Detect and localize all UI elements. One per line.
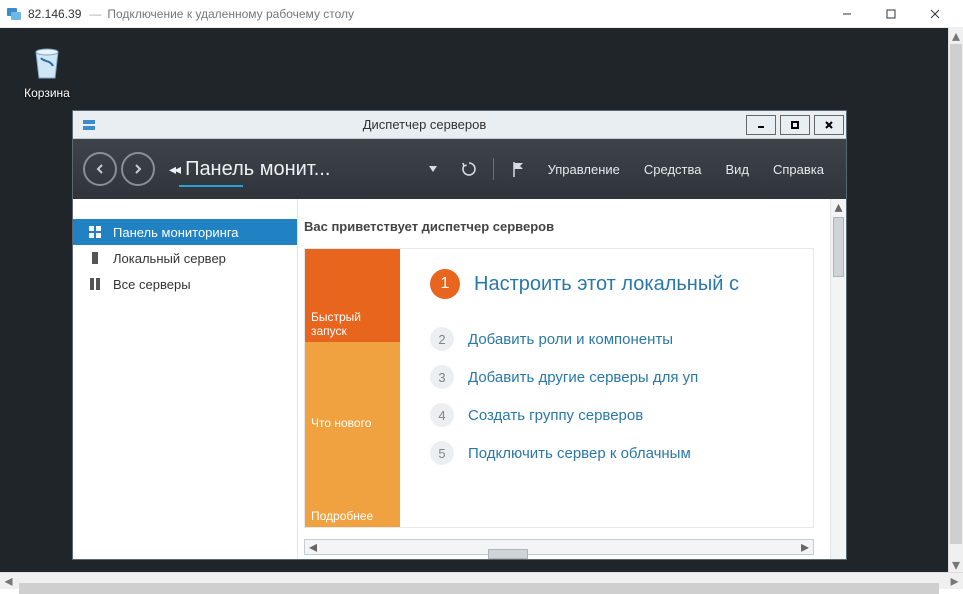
- tile-label: Подробнее: [311, 509, 373, 523]
- step-number: 5: [430, 441, 454, 465]
- main-content: Вас приветствует диспетчер серверов Быст…: [298, 199, 846, 559]
- panel-horizontal-scrollbar[interactable]: ◂ ▸: [304, 539, 814, 555]
- server-manager-title: Диспетчер серверов: [105, 117, 744, 132]
- sidebar-item-label: Все серверы: [113, 277, 191, 292]
- refresh-button[interactable]: [455, 160, 483, 178]
- breadcrumb-text: Панель монит...: [185, 158, 330, 181]
- welcome-panel: Быстрый запуск Что нового Подробнее 1 На…: [304, 248, 814, 528]
- scroll-thumb[interactable]: [488, 549, 528, 559]
- tile-quick-start[interactable]: Быстрый запуск: [305, 249, 400, 342]
- rdp-caption: Подключение к удаленному рабочему столу: [107, 7, 354, 21]
- tiles-column: Быстрый запуск Что нового Подробнее: [305, 249, 400, 527]
- step-link: Настроить этот локальный с: [474, 273, 739, 296]
- dashboard-icon: [87, 225, 103, 239]
- step-add-roles[interactable]: 2 Добавить роли и компоненты: [430, 327, 813, 351]
- step-number: 1: [430, 269, 460, 299]
- page-horizontal-scrollbar[interactable]: ◂ ▸: [0, 572, 963, 589]
- sidebar-item-local-server[interactable]: Локальный сервер: [73, 245, 297, 271]
- step-number: 3: [430, 365, 454, 389]
- step-link: Добавить другие серверы для уп: [468, 369, 698, 386]
- step-create-group[interactable]: 4 Создать группу серверов: [430, 403, 813, 427]
- step-link: Добавить роли и компоненты: [468, 331, 673, 348]
- scroll-right-arrow-icon[interactable]: ▸: [797, 540, 813, 554]
- sidebar: Панель мониторинга Локальный сервер Все …: [73, 199, 298, 559]
- sm-minimize-button[interactable]: [746, 115, 776, 135]
- tile-label: Быстрый запуск: [311, 310, 394, 338]
- step-link: Создать группу серверов: [468, 407, 643, 424]
- step-number: 4: [430, 403, 454, 427]
- server-manager-window: Диспетчер серверов ◂◂ Панель монит...: [72, 110, 847, 560]
- sidebar-item-label: Локальный сервер: [113, 251, 226, 266]
- remote-desktop-surface: Корзина Диспетчер серверов ◂◂: [0, 28, 948, 572]
- step-number: 2: [430, 327, 454, 351]
- menu-help[interactable]: Справка: [773, 162, 824, 177]
- notifications-flag-icon[interactable]: [504, 160, 532, 178]
- breadcrumb-chevron-icon: ◂◂: [169, 161, 179, 178]
- breadcrumb[interactable]: ◂◂ Панель монит...: [169, 158, 330, 181]
- scroll-left-arrow-icon[interactable]: ◂: [305, 540, 321, 554]
- tile-whats-new[interactable]: Что нового: [305, 342, 400, 435]
- sidebar-item-dashboard[interactable]: Панель мониторинга: [73, 219, 297, 245]
- sm-close-button[interactable]: [814, 115, 844, 135]
- step-add-servers[interactable]: 3 Добавить другие серверы для уп: [430, 365, 813, 389]
- rdp-ip: 82.146.39: [28, 7, 81, 21]
- scroll-thumb[interactable]: [950, 44, 962, 544]
- scroll-up-arrow-icon[interactable]: ▴: [949, 28, 963, 43]
- scroll-down-arrow-icon[interactable]: ▾: [949, 557, 963, 572]
- scroll-right-arrow-icon[interactable]: ▸: [946, 573, 963, 590]
- rdp-icon: [6, 6, 22, 22]
- recycle-bin-icon: [26, 40, 68, 82]
- server-manager-body: Панель мониторинга Локальный сервер Все …: [73, 199, 846, 559]
- server-manager-titlebar[interactable]: Диспетчер серверов: [73, 111, 846, 139]
- scroll-up-arrow-icon[interactable]: ▴: [831, 199, 846, 215]
- local-server-icon: [87, 251, 103, 265]
- welcome-heading: Вас приветствует диспетчер серверов: [304, 219, 846, 234]
- server-manager-toolbar: ◂◂ Панель монит... Управление Средства В…: [73, 139, 846, 199]
- sidebar-item-all-servers[interactable]: Все серверы: [73, 271, 297, 297]
- rdp-separator: —: [89, 7, 101, 21]
- minimize-button[interactable]: [825, 0, 869, 28]
- sm-maximize-button[interactable]: [780, 115, 810, 135]
- main-vertical-scrollbar[interactable]: ▴: [830, 199, 846, 559]
- nav-forward-button[interactable]: [121, 152, 155, 186]
- rdp-vertical-scrollbar[interactable]: ▴ ▾: [948, 28, 963, 572]
- server-manager-icon: [79, 115, 99, 135]
- toolbar-separator: [493, 158, 494, 180]
- rdp-titlebar: 82.146.39 — Подключение к удаленному раб…: [0, 0, 963, 28]
- nav-back-button[interactable]: [83, 152, 117, 186]
- close-button[interactable]: [913, 0, 957, 28]
- menu-tools[interactable]: Средства: [644, 162, 702, 177]
- step-connect-cloud[interactable]: 5 Подключить сервер к облачным: [430, 441, 813, 465]
- step-link: Подключить сервер к облачным: [468, 445, 691, 462]
- menu-view[interactable]: Вид: [725, 162, 749, 177]
- scroll-left-arrow-icon[interactable]: ◂: [0, 573, 17, 590]
- menu-manage[interactable]: Управление: [548, 162, 620, 177]
- steps-list: 1 Настроить этот локальный с 2 Добавить …: [400, 249, 813, 527]
- tile-label: Что нового: [311, 416, 371, 430]
- breadcrumb-dropdown-icon[interactable]: [419, 166, 447, 172]
- step-configure-local-server[interactable]: 1 Настроить этот локальный с: [430, 269, 813, 299]
- maximize-button[interactable]: [869, 0, 913, 28]
- all-servers-icon: [87, 277, 103, 291]
- recycle-bin-desktop-icon[interactable]: Корзина: [12, 40, 82, 100]
- scroll-thumb[interactable]: [833, 217, 844, 277]
- recycle-bin-label: Корзина: [12, 86, 82, 100]
- sidebar-item-label: Панель мониторинга: [113, 225, 239, 240]
- tile-learn-more[interactable]: Подробнее: [305, 434, 400, 527]
